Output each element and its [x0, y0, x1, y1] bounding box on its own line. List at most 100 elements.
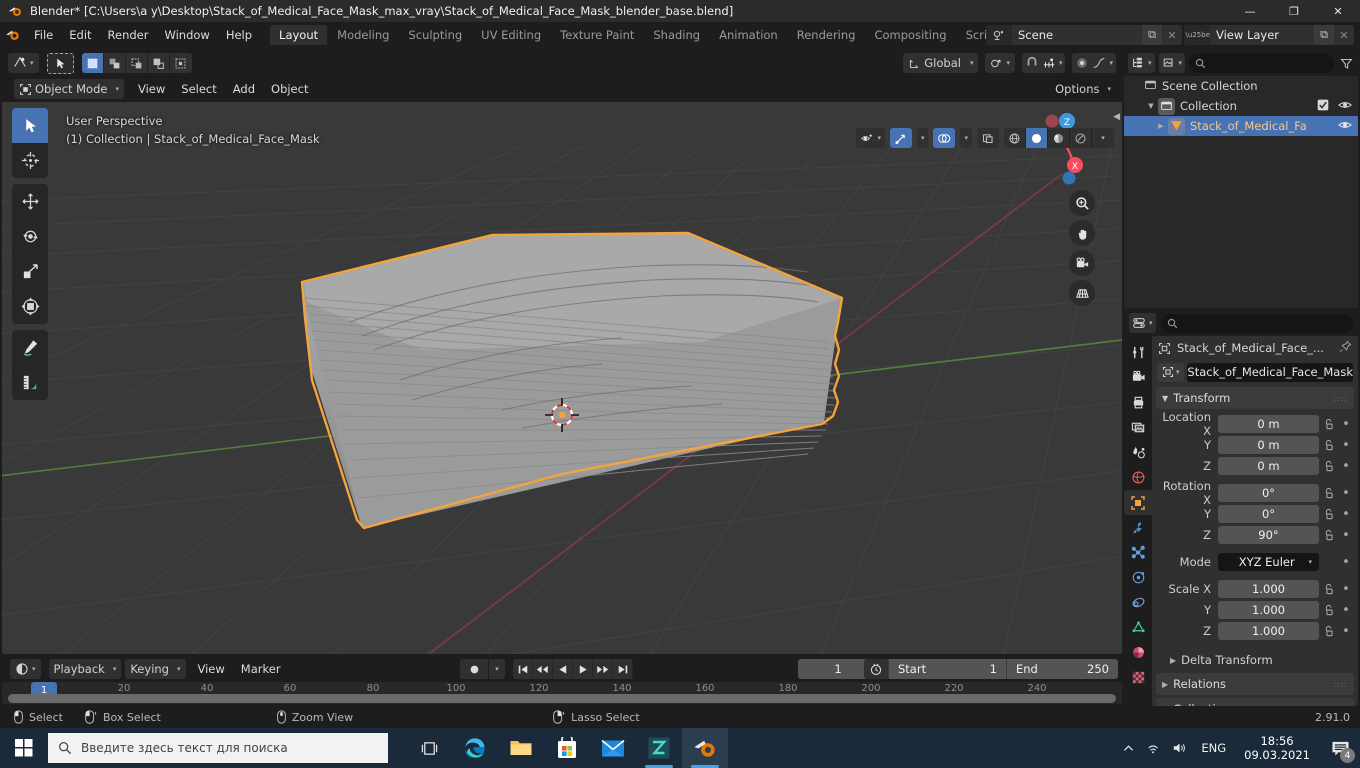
pan-view-icon[interactable] — [1069, 220, 1095, 246]
tab-tool[interactable] — [1124, 340, 1152, 365]
panel-relations[interactable]: ▶ Relations :::: — [1156, 673, 1354, 695]
outliner-row-1-triangle[interactable]: ▼ — [1144, 102, 1158, 110]
proportional-editing-controls[interactable]: ▾ — [1072, 53, 1116, 73]
remove-view-layer-button[interactable]: ✕ — [1334, 25, 1354, 45]
tab-material[interactable] — [1124, 640, 1152, 665]
jump-to-end-icon[interactable] — [613, 659, 633, 679]
tool-cursor[interactable] — [12, 143, 48, 178]
viewport-menu-add[interactable]: Add — [225, 80, 263, 98]
panel-delta-transform[interactable]: ▶ Delta Transform — [1152, 650, 1358, 670]
object-type-icon[interactable]: ▾ — [1157, 362, 1185, 382]
shading-mode-buttons[interactable]: ▾ — [1004, 128, 1114, 148]
shading-dropdown-icon[interactable]: ▾ — [1092, 128, 1114, 148]
animate-rotation-y-icon[interactable]: • — [1338, 507, 1354, 522]
xray-toggle[interactable] — [977, 128, 999, 148]
outliner-row-object[interactable]: ▶ Stack_of_Medical_Fa — [1124, 116, 1358, 136]
use-preview-range-icon[interactable] — [864, 659, 888, 679]
rotation-mode-dropdown[interactable]: XYZ Euler ▾ — [1218, 553, 1319, 571]
value-location-z[interactable]: 0 m — [1218, 457, 1319, 475]
object-mode-selector[interactable]: Object Mode ▾ — [14, 79, 124, 99]
play-icon[interactable] — [573, 659, 593, 679]
menu-render[interactable]: Render — [100, 26, 157, 44]
tab-layout[interactable]: Layout — [270, 25, 328, 45]
tab-constraints[interactable] — [1124, 590, 1152, 615]
tab-object-data[interactable] — [1124, 615, 1152, 640]
view-layer-name[interactable]: View Layer — [1210, 25, 1314, 45]
blender-logo-icon[interactable] — [0, 22, 26, 48]
gizmo-toggle[interactable] — [889, 128, 912, 148]
tab-sculpting[interactable]: Sculpting — [399, 25, 471, 45]
outliner-display-mode[interactable]: ▾ — [1158, 53, 1186, 73]
tab-compositing[interactable]: Compositing — [865, 25, 955, 45]
tab-scene[interactable] — [1124, 440, 1152, 465]
tab-animation[interactable]: Animation — [710, 25, 787, 45]
viewport-menu-select[interactable]: Select — [173, 80, 224, 98]
wireframe-shading-icon[interactable] — [1004, 128, 1026, 148]
lock-location-z-icon[interactable] — [1319, 460, 1338, 473]
tab-output[interactable] — [1124, 390, 1152, 415]
transform-orientation-selector[interactable]: Global ▾ — [903, 53, 979, 73]
outliner-filter-icon[interactable] — [1338, 57, 1354, 70]
microsoft-store-icon[interactable] — [544, 728, 590, 768]
tool-measure[interactable] — [12, 365, 48, 400]
zbrush-icon[interactable] — [636, 728, 682, 768]
delta-transform-triangle[interactable]: ▶ — [1170, 656, 1176, 665]
task-view-icon[interactable] — [406, 728, 452, 768]
edge-icon[interactable] — [452, 728, 498, 768]
end-frame-field[interactable]: End 250 — [1006, 659, 1118, 679]
tab-view-layer[interactable] — [1124, 415, 1152, 440]
previous-keyframe-icon[interactable] — [533, 659, 553, 679]
properties-search-input[interactable] — [1160, 313, 1353, 333]
tab-texture-paint[interactable]: Texture Paint — [551, 25, 643, 45]
tab-particles[interactable] — [1124, 540, 1152, 565]
gizmo-dropdown[interactable]: ▾ — [916, 128, 929, 148]
language-indicator[interactable]: ENG — [1193, 741, 1234, 755]
menu-file[interactable]: File — [26, 26, 61, 44]
toggle-orthographic-icon[interactable] — [1069, 280, 1095, 306]
lock-rotation-y-icon[interactable] — [1319, 508, 1338, 521]
menu-help[interactable]: Help — [218, 26, 260, 44]
viewport-menu-object[interactable]: Object — [263, 80, 316, 98]
maximize-button[interactable]: ❐ — [1272, 0, 1316, 22]
play-reverse-icon[interactable] — [553, 659, 573, 679]
taskbar-search-input[interactable]: Введите здесь текст для поиска — [48, 733, 388, 763]
select-mode-buttons[interactable] — [81, 53, 192, 73]
mail-icon[interactable] — [590, 728, 636, 768]
taskbar-clock[interactable]: 18:56 09.03.2021 — [1234, 734, 1320, 762]
playback-menu[interactable]: Playback ▾ — [48, 659, 122, 679]
lock-scale-y-icon[interactable] — [1319, 604, 1338, 617]
value-location-y[interactable]: 0 m — [1218, 436, 1319, 454]
outliner-search-input[interactable] — [1189, 53, 1334, 73]
viewport-menu-view[interactable]: View — [130, 80, 173, 98]
solid-shading-icon[interactable] — [1026, 128, 1048, 148]
new-scene-button[interactable]: ⧉ — [1142, 25, 1162, 45]
tab-physics[interactable] — [1124, 565, 1152, 590]
pin-icon[interactable] — [1339, 340, 1352, 356]
tab-modifiers[interactable] — [1124, 515, 1152, 540]
minimize-button[interactable]: — — [1228, 0, 1272, 22]
tab-texture[interactable] — [1124, 665, 1152, 690]
auto-keying-toggle-icon[interactable] — [460, 659, 488, 679]
pivot-point-selector[interactable]: ▾ — [985, 53, 1015, 73]
panel-transform[interactable]: ▼ Transform :::: — [1156, 387, 1354, 409]
animate-location-x-icon[interactable]: • — [1338, 417, 1354, 432]
tab-world[interactable] — [1124, 465, 1152, 490]
file-explorer-icon[interactable] — [498, 728, 544, 768]
3d-viewport[interactable]: ▾ Global ▾ ▾ ▾ ▾ Object Mode ▾ View Sele… — [2, 50, 1122, 654]
new-view-layer-button[interactable]: ⧉ — [1314, 25, 1334, 45]
scene-name[interactable]: Scene — [1012, 25, 1142, 45]
auto-keying-dropdown-icon[interactable]: ▾ — [489, 659, 505, 679]
animate-scale-x-icon[interactable]: • — [1338, 582, 1354, 597]
select-intersect-icon[interactable] — [169, 53, 192, 73]
animate-scale-z-icon[interactable]: • — [1338, 624, 1354, 639]
value-rot ation-z[interactable]: 90° — [1218, 526, 1319, 544]
outliner-row-collection[interactable]: ▼ Collection — [1124, 96, 1358, 116]
outliner-row-scene-collection[interactable]: Scene Collection — [1124, 76, 1358, 96]
keying-menu[interactable]: Keying ▾ — [125, 659, 186, 679]
options-dropdown[interactable]: Options ▾ — [1050, 79, 1116, 99]
tool-transform[interactable] — [12, 289, 48, 324]
value-scale-y[interactable]: 1.000 — [1218, 601, 1319, 619]
relations-triangle[interactable]: ▶ — [1162, 680, 1168, 689]
timeline-menu-view[interactable]: View — [190, 660, 233, 678]
animate-location-y-icon[interactable]: • — [1338, 438, 1354, 453]
